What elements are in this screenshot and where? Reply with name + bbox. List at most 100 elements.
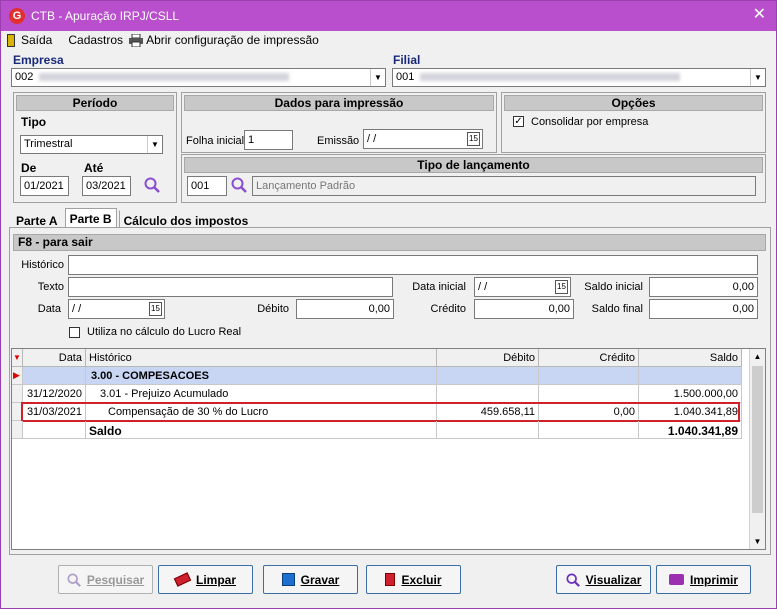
cell-debito <box>437 385 539 403</box>
gravar-label: Gravar <box>300 572 340 587</box>
calendar-icon[interactable]: 15 <box>149 302 162 316</box>
pesquisar-button[interactable]: Pesquisar <box>58 565 153 594</box>
saldo-inicial-input[interactable]: 0,00 <box>649 277 758 297</box>
printer-icon <box>129 33 144 47</box>
scroll-thumb[interactable] <box>752 366 763 513</box>
chevron-down-icon[interactable]: ▼ <box>147 136 162 153</box>
consolidar-checkbox[interactable]: ✓ <box>513 116 524 127</box>
table-row[interactable]: Saldo 1.040.341,89 <box>12 421 750 439</box>
lancamento-code-input[interactable]: 001 <box>187 176 227 196</box>
row-indicator <box>12 385 23 403</box>
app-logo-icon: G <box>9 8 25 24</box>
cell-saldo <box>639 367 742 385</box>
eraser-icon <box>173 572 192 587</box>
menu-saida-label: Saída <box>21 33 53 47</box>
col-data[interactable]: Data <box>23 349 86 367</box>
ate-input[interactable]: 03/2021 <box>82 176 131 196</box>
filial-select[interactable]: 001 ▼ <box>392 68 766 87</box>
tipo-select[interactable]: Trimestral ▼ <box>20 135 163 154</box>
close-icon[interactable]: ✕ <box>753 7 766 23</box>
cell-debito <box>437 367 539 385</box>
imprimir-button[interactable]: Imprimir <box>656 565 751 594</box>
col-debito[interactable]: Débito <box>437 349 539 367</box>
cell-historico: Saldo <box>86 421 437 439</box>
cell-credito <box>539 421 639 439</box>
credito-input[interactable]: 0,00 <box>474 299 574 319</box>
col-saldo[interactable]: Saldo <box>639 349 742 367</box>
tipo-value: Trimestral <box>24 138 73 150</box>
visualizar-button[interactable]: Visualizar <box>556 565 651 594</box>
credito-label: Crédito <box>430 303 466 315</box>
cell-credito <box>539 367 639 385</box>
search-icon <box>67 572 81 587</box>
scroll-down-icon[interactable]: ▼ <box>750 534 765 549</box>
menu-impressao-label: Abrir configuração de impressão <box>146 33 319 47</box>
ate-label: Até <box>84 161 104 175</box>
consolidar-label: Consolidar por empresa <box>531 116 649 128</box>
scroll-up-icon[interactable]: ▲ <box>750 349 765 364</box>
cell-credito <box>539 385 639 403</box>
data-inicial-input[interactable]: / / 15 <box>474 277 571 297</box>
save-icon <box>281 573 295 586</box>
saldo-inicial-label: Saldo inicial <box>584 281 643 293</box>
historico-input[interactable] <box>68 255 758 275</box>
row-indicator <box>12 421 23 439</box>
data-inicial-value: / / <box>478 281 488 293</box>
gravar-button[interactable]: Gravar <box>263 565 358 594</box>
chevron-down-icon[interactable]: ▼ <box>370 69 385 86</box>
filial-label: Filial <box>393 53 421 67</box>
calendar-icon[interactable]: 15 <box>467 132 480 146</box>
row-pointer-icon: ▶ <box>12 367 23 385</box>
empresa-select[interactable]: 002 ▼ <box>11 68 386 87</box>
folha-label: Folha inicial <box>186 135 245 147</box>
folha-input[interactable]: 1 <box>244 130 293 150</box>
emissao-value: / / <box>367 133 377 145</box>
vertical-scrollbar[interactable]: ▲ ▼ <box>749 349 765 549</box>
emissao-input[interactable]: / / 15 <box>363 129 483 149</box>
saldo-final-input[interactable]: 0,00 <box>649 299 758 319</box>
exit-door-icon <box>7 33 15 47</box>
search-icon[interactable] <box>144 177 160 193</box>
cell-saldo: 1.040.341,89 <box>639 421 742 439</box>
texto-input[interactable] <box>68 277 393 297</box>
search-icon[interactable] <box>231 177 247 193</box>
lucro-real-checkbox[interactable] <box>69 327 80 338</box>
lancamentos-grid: ▼ Data Histórico Débito Crédito Saldo ▶ … <box>11 348 766 550</box>
periodo-title: Período <box>16 95 174 111</box>
printer-icon <box>668 574 684 585</box>
cell-data <box>23 421 86 439</box>
filial-value: 001 <box>396 71 415 83</box>
main-window: G CTB - Apuração IRPJ/CSLL ✕ Saída Cadas… <box>0 0 777 609</box>
menu-impressao[interactable]: Abrir configuração de impressão <box>129 33 319 47</box>
cell-data: 31/12/2020 <box>23 385 86 403</box>
excluir-label: Excluir <box>401 572 442 587</box>
lucro-real-label: Utiliza no cálculo do Lucro Real <box>87 326 242 338</box>
cell-data <box>23 367 86 385</box>
menu-saida[interactable]: Saída <box>7 33 52 47</box>
opcoes-title: Opções <box>504 95 763 111</box>
lancamento-title: Tipo de lançamento <box>184 157 763 173</box>
table-row[interactable]: 31/03/2021 Compensação de 30 % do Lucro … <box>12 402 750 422</box>
empresa-label: Empresa <box>13 53 64 67</box>
col-credito[interactable]: Crédito <box>539 349 639 367</box>
calendar-icon[interactable]: 15 <box>555 280 568 294</box>
debito-input[interactable]: 0,00 <box>296 299 394 319</box>
impressao-title: Dados para impressão <box>184 95 494 111</box>
search-icon <box>566 572 580 587</box>
limpar-button[interactable]: Limpar <box>158 565 253 594</box>
table-row[interactable]: 31/12/2020 3.01 - Prejuizo Acumulado 1.5… <box>12 385 750 403</box>
col-historico[interactable]: Histórico <box>86 349 437 367</box>
f8-bar: F8 - para sair <box>13 234 766 251</box>
de-input[interactable]: 01/2021 <box>20 176 69 196</box>
chevron-down-icon[interactable]: ▼ <box>750 69 765 86</box>
de-label: De <box>21 161 37 175</box>
excluir-button[interactable]: Excluir <box>366 565 461 594</box>
trash-icon <box>385 573 396 586</box>
data-inicial-label: Data inicial <box>412 281 466 293</box>
data-input[interactable]: / / 15 <box>68 299 165 319</box>
selected-row-highlight <box>21 402 740 422</box>
tab-parte-b[interactable]: Parte B <box>64 208 117 229</box>
table-row[interactable]: ▶ 3.00 - COMPESACOES <box>12 367 750 385</box>
menu-cadastros[interactable]: Cadastros <box>68 33 123 47</box>
tab-bar: Parte A Parte B Cálculo dos impostos <box>11 208 255 229</box>
